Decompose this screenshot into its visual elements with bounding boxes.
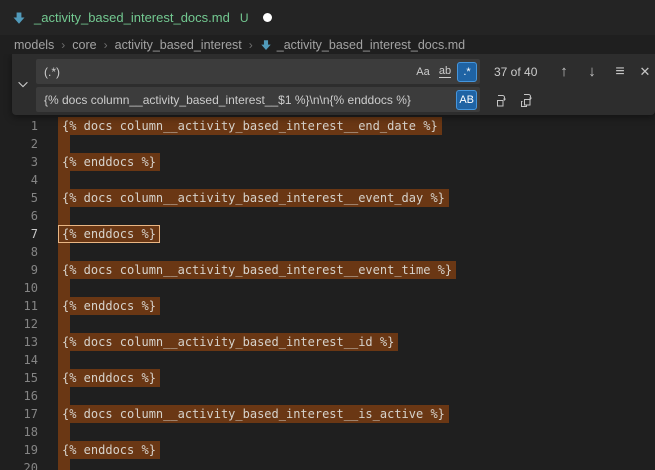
line-number: 10 xyxy=(0,279,38,297)
tab-filename: _activity_based_interest_docs.md xyxy=(34,10,230,25)
breadcrumb-item-file[interactable]: _activity_based_interest_docs.md xyxy=(260,38,465,52)
find-match-highlight xyxy=(58,315,70,333)
line-number: 12 xyxy=(0,315,38,333)
code-line[interactable] xyxy=(58,243,70,261)
line-number: 8 xyxy=(0,243,38,261)
find-match-highlight: {% docs column__activity_based_interest_… xyxy=(58,261,456,279)
find-match-highlight: {% enddocs %} xyxy=(58,297,160,315)
find-match-highlight xyxy=(58,279,70,297)
find-match-highlight: {% docs column__activity_based_interest_… xyxy=(58,405,449,423)
code-line[interactable] xyxy=(58,207,70,225)
next-match-button[interactable]: ↓ xyxy=(580,59,604,84)
line-number: 3 xyxy=(0,153,38,171)
arrow-down-icon: ↓ xyxy=(588,63,596,80)
code-line[interactable] xyxy=(58,171,70,189)
line-number: 2 xyxy=(0,135,38,153)
code-line[interactable]: {% enddocs %} xyxy=(58,225,160,243)
whole-word-button[interactable]: ab xyxy=(435,62,455,82)
chevron-right-icon: › xyxy=(104,38,108,52)
replace-all-button[interactable] xyxy=(515,87,539,112)
breadcrumb-item-models[interactable]: models xyxy=(14,38,54,52)
find-match-highlight xyxy=(58,135,70,153)
arrow-up-icon: ↑ xyxy=(560,63,568,80)
markdown-file-icon xyxy=(260,39,272,51)
line-number: 5 xyxy=(0,189,38,207)
line-number: 16 xyxy=(0,387,38,405)
tab-bar: _activity_based_interest_docs.md U xyxy=(0,0,655,35)
code-line[interactable] xyxy=(58,459,70,470)
code-line[interactable]: {% docs column__activity_based_interest_… xyxy=(58,117,442,135)
find-input-wrap: Aa ab .* xyxy=(36,59,480,84)
line-number: 7 xyxy=(0,225,38,243)
find-input[interactable] xyxy=(36,59,413,84)
line-number: 13 xyxy=(0,333,38,351)
replace-input[interactable] xyxy=(36,87,456,112)
code-line[interactable] xyxy=(58,387,70,405)
line-number: 18 xyxy=(0,423,38,441)
replace-input-wrap: AB xyxy=(36,87,480,112)
line-number: 9 xyxy=(0,261,38,279)
line-number: 1 xyxy=(0,117,38,135)
code-line[interactable] xyxy=(58,279,70,297)
close-find-widget-button[interactable]: ✕ xyxy=(633,59,655,84)
markdown-file-icon xyxy=(12,11,26,25)
code-line[interactable]: {% docs column__activity_based_interest_… xyxy=(58,333,398,351)
code-line[interactable]: {% enddocs %} xyxy=(58,441,160,459)
replace-all-icon xyxy=(519,92,535,108)
find-match-highlight: {% enddocs %} xyxy=(58,441,160,459)
find-match-highlight: {% docs column__activity_based_interest_… xyxy=(58,117,442,135)
match-case-button[interactable]: Aa xyxy=(413,62,433,82)
regex-button[interactable]: .* xyxy=(457,62,477,82)
line-number: 14 xyxy=(0,351,38,369)
find-match-highlight xyxy=(58,171,70,189)
find-replace-widget: Aa ab .* 37 of 40 ↑ ↓ ≡ ✕ xyxy=(12,54,655,115)
breadcrumb-item-core[interactable]: core xyxy=(72,38,96,52)
code-line[interactable] xyxy=(58,423,70,441)
toggle-replace-chevron-icon[interactable] xyxy=(12,72,34,96)
code-line[interactable]: {% enddocs %} xyxy=(58,369,160,387)
line-number: 19 xyxy=(0,441,38,459)
code-line[interactable]: {% enddocs %} xyxy=(58,153,160,171)
code-line[interactable] xyxy=(58,351,70,369)
git-status-badge: U xyxy=(240,11,249,25)
code-line[interactable]: {% docs column__activity_based_interest_… xyxy=(58,405,449,423)
code-line[interactable] xyxy=(58,315,70,333)
match-count: 37 of 40 xyxy=(494,59,537,84)
find-match-highlight xyxy=(58,207,70,225)
editor-tab[interactable]: _activity_based_interest_docs.md U xyxy=(0,0,288,35)
current-find-match: {% enddocs %} xyxy=(58,225,160,243)
find-match-highlight: {% docs column__activity_based_interest_… xyxy=(58,189,449,207)
line-number: 6 xyxy=(0,207,38,225)
code-line[interactable] xyxy=(58,135,70,153)
chevron-right-icon: › xyxy=(249,38,253,52)
code-line[interactable]: {% docs column__activity_based_interest_… xyxy=(58,261,456,279)
breadcrumb: models › core › activity_based_interest … xyxy=(0,35,655,54)
line-number: 11 xyxy=(0,297,38,315)
line-number: 4 xyxy=(0,171,38,189)
code-line[interactable]: {% enddocs %} xyxy=(58,297,160,315)
find-match-highlight xyxy=(58,351,70,369)
line-number: 15 xyxy=(0,369,38,387)
find-match-highlight xyxy=(58,423,70,441)
code-line[interactable]: {% docs column__activity_based_interest_… xyxy=(58,189,449,207)
preserve-case-button[interactable]: AB xyxy=(456,90,477,110)
close-icon: ✕ xyxy=(640,64,651,80)
find-match-highlight xyxy=(58,459,70,470)
editor-pane[interactable]: 1 {% docs column__activity_based_interest… xyxy=(0,54,655,470)
line-number: 20 xyxy=(0,459,38,470)
find-match-highlight: {% enddocs %} xyxy=(58,153,160,171)
chevron-right-icon: › xyxy=(61,38,65,52)
replace-icon xyxy=(494,92,510,108)
find-match-highlight: {% docs column__activity_based_interest_… xyxy=(58,333,398,351)
replace-button[interactable] xyxy=(490,87,514,112)
line-number: 17 xyxy=(0,405,38,423)
breadcrumb-item-folder[interactable]: activity_based_interest xyxy=(115,38,242,52)
find-in-selection-button[interactable]: ≡ xyxy=(608,59,632,84)
selection-lines-icon: ≡ xyxy=(615,63,624,81)
find-match-highlight xyxy=(58,243,70,261)
find-match-highlight: {% enddocs %} xyxy=(58,369,160,387)
previous-match-button[interactable]: ↑ xyxy=(552,59,576,84)
unsaved-changes-dot[interactable] xyxy=(263,13,272,22)
find-match-highlight xyxy=(58,387,70,405)
